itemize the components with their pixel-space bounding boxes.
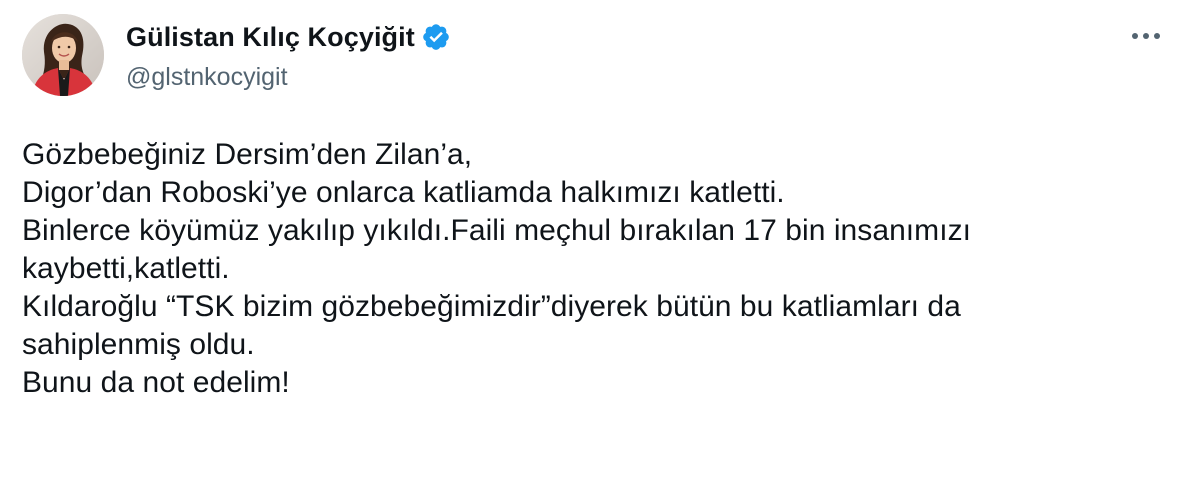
tweet-text: Gözbebeğiniz Dersim’den Zilan’a, Digor’d… bbox=[22, 136, 1182, 402]
verified-badge-icon[interactable] bbox=[421, 22, 451, 52]
tweet-text-line: Kıldaroğlu “TSK bizim gözbebeğimizdir”di… bbox=[22, 290, 961, 323]
more-options-button[interactable] bbox=[1126, 20, 1166, 52]
name-row: Gülistan Kılıç Koçyiğit bbox=[126, 19, 826, 55]
tweet-text-line: sahiplenmiş oldu. bbox=[22, 328, 255, 361]
tweet-text-line: Binlerce köyümüz yakılıp yıkıldı.Faili m… bbox=[22, 214, 972, 247]
author-handle[interactable]: @glstnkocyigit bbox=[126, 63, 826, 92]
author-info: Gülistan Kılıç Koçyiğit @glstnkocyigit bbox=[126, 19, 826, 99]
tweet-text-line: Bunu da not edelim! bbox=[22, 366, 290, 399]
tweet-text-line: Gözbebeğiniz Dersim’den Zilan’a, bbox=[22, 138, 473, 171]
tweet-header: Gülistan Kılıç Koçyiğit @glstnkocyigit bbox=[22, 14, 1182, 98]
tweet-card: Gülistan Kılıç Koçyiğit @glstnkocyigit G… bbox=[0, 0, 1200, 496]
tweet-text-line: Digor’dan Roboski’ye onlarca katliamda h… bbox=[22, 176, 785, 209]
tweet-text-line: kaybetti,katletti. bbox=[22, 252, 230, 285]
author-display-name[interactable]: Gülistan Kılıç Koçyiğit bbox=[126, 22, 415, 53]
more-options-icon bbox=[1132, 33, 1160, 39]
profile-photo-icon bbox=[22, 14, 104, 96]
author-avatar[interactable] bbox=[22, 14, 104, 96]
